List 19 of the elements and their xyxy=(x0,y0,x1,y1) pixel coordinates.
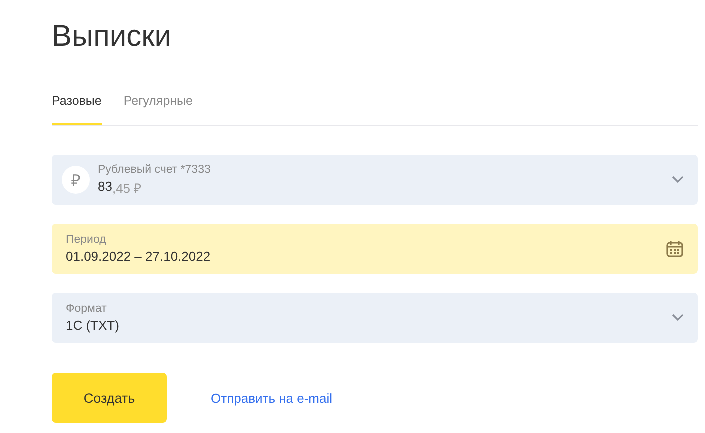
field-value: 1C (TXT) xyxy=(66,318,120,333)
calendar-icon xyxy=(666,240,684,258)
format-select[interactable]: Формат 1C (TXT) xyxy=(52,293,698,343)
email-link[interactable]: Отправить на e-mail xyxy=(211,390,332,406)
chevron-down-icon xyxy=(672,314,684,322)
balance-whole: 83 xyxy=(98,178,112,194)
account-select[interactable]: ₽ Рублевый счет *7333 83,45 ₽ xyxy=(52,155,698,205)
field-label: Формат xyxy=(66,303,107,315)
tab[interactable]: Регулярные xyxy=(124,93,193,125)
currency-symbol: ₽ xyxy=(62,166,90,194)
account-label: Рублевый счет *7333 xyxy=(98,164,211,176)
field-value: 01.09.2022 – 27.10.2022 xyxy=(66,249,211,264)
balance-fraction: ,45 ₽ xyxy=(112,180,142,196)
create-button[interactable]: Создать xyxy=(52,373,167,423)
page-title: Выписки xyxy=(52,19,172,55)
chevron-down-icon xyxy=(672,176,684,184)
field-label: Период xyxy=(66,234,106,246)
date-range-field[interactable]: Период 01.09.2022 – 27.10.2022 xyxy=(52,224,698,274)
tab[interactable]: Разовые xyxy=(52,93,102,125)
